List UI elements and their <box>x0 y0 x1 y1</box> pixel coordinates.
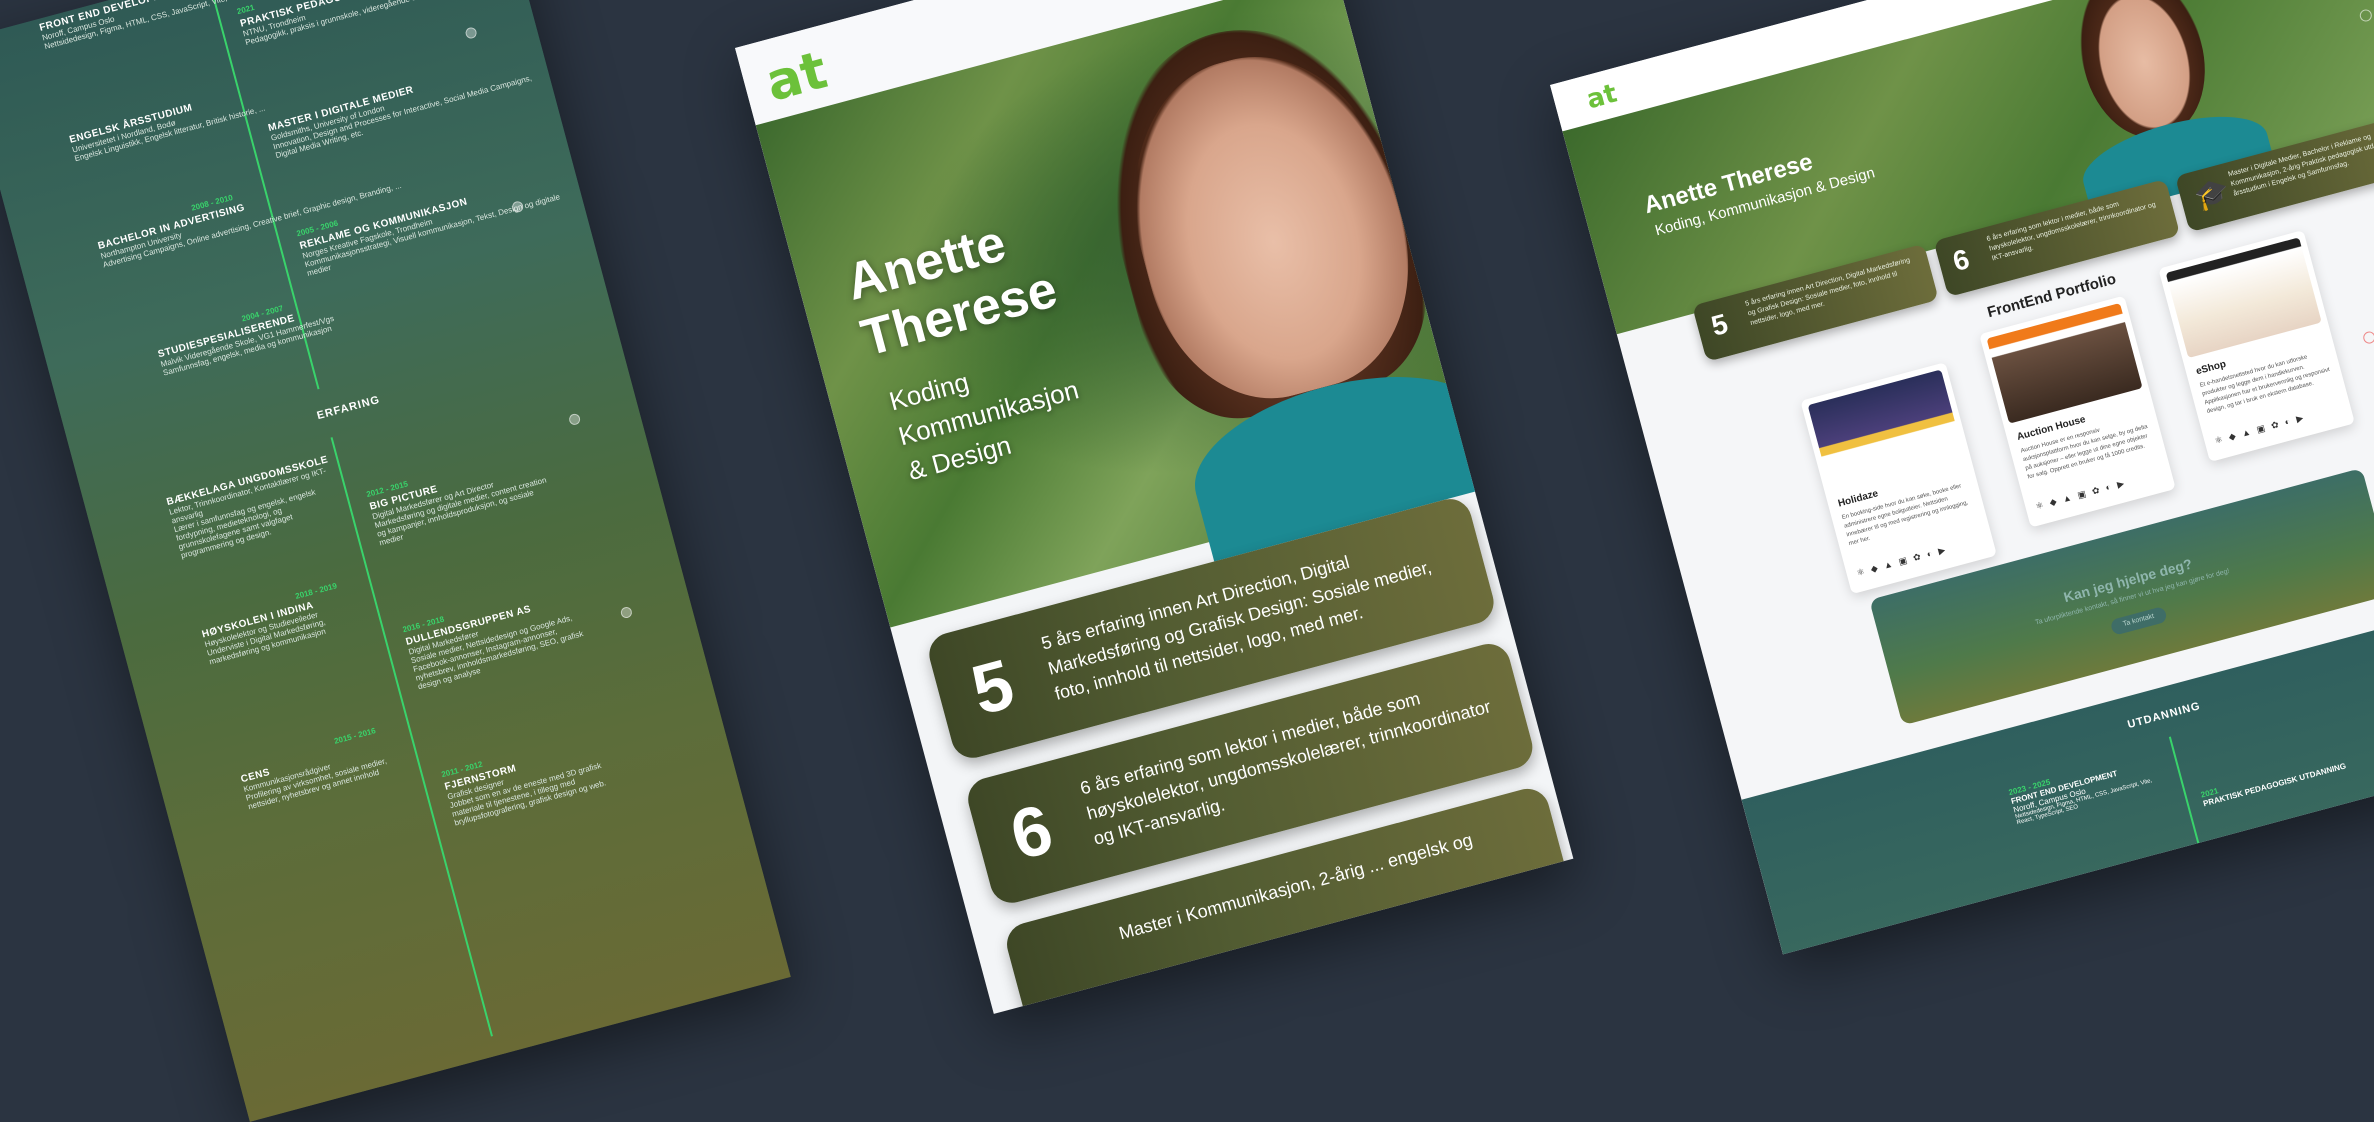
tech-stack-icon: ⚛ ◆ ▲ ▣ ✿ ◐ ▶ <box>2213 412 2307 446</box>
timeline-item: BÆKKELAGA UNGDOMSSKOLE Lektor, Trinnkoor… <box>165 453 346 560</box>
timeline-place: Universitetet i Nordland, Bodø <box>71 118 177 155</box>
carousel-next-icon[interactable] <box>2361 330 2374 345</box>
desktop-homepage-screenshot: at Anette Therese Koding, Kommunikasjon … <box>1550 0 2374 955</box>
education-timeline-line <box>2168 736 2210 882</box>
timeline-item: 2023 - 2025 FRONT END DEVELOPMENT Noroff… <box>2008 747 2173 826</box>
stat-number: 5 <box>1708 307 1732 342</box>
scroll-indicator-icon[interactable] <box>567 412 582 427</box>
project-desc: Et e-handelsnettsted hvor du kan utforsk… <box>2199 354 2331 415</box>
cv-page-timeline-screenshot: FRONT END DEVELOPMENT Noroff, Campus Osl… <box>0 0 791 1122</box>
project-screenshot[interactable] <box>1986 302 2143 424</box>
timeline-item: MASTER I DIGITALE MEDIER Goldsmiths, Uni… <box>267 50 552 161</box>
timeline-place: Goldsmiths, University of London <box>269 103 386 143</box>
stat-number: 5 <box>963 644 1022 730</box>
project-screenshot[interactable] <box>1807 369 1964 491</box>
site-logo[interactable]: at <box>1583 79 1620 116</box>
timeline-item: BIG PICTURE Digital Markedsfører og Art … <box>368 455 554 547</box>
scroll-indicator-icon[interactable] <box>619 605 634 620</box>
project-card-auction-house[interactable]: Auction House Auction House er en respon… <box>1979 295 2176 528</box>
stat-number: 6 <box>1002 789 1061 875</box>
carousel-arrow-icon[interactable] <box>2358 8 2374 23</box>
timeline-item: CENS Kommunikasjonsrådgiver Profilering … <box>240 731 414 811</box>
mobile-homepage-screenshot: at Anette Therese Koding Kommunikasjon &… <box>735 0 1574 1014</box>
tech-stack-icon: ⚛ ◆ ▲ ▣ ✿ ◐ ▶ <box>1855 544 1949 579</box>
site-logo[interactable]: at <box>760 40 833 113</box>
timeline-item: DULLENDSGRUPPEN AS Digital Markedsfører … <box>405 591 593 692</box>
timeline-item: ENGELSK ÅRSSTUDIUM Universitetet i Nordl… <box>68 84 266 163</box>
timeline-item: PRAKTISK PEDAGOGISK UTDANNING NTNU, Tron… <box>239 0 521 47</box>
stat-number: 6 <box>1949 243 1973 278</box>
project-card-eshop[interactable]: eShop Et e-handelsnettsted hvor du kan u… <box>2158 230 2355 463</box>
timeline-item: HØYSKOLEN I INDINA Høyskolelektor og Stu… <box>201 586 375 667</box>
tech-stack-icon: ⚛ ◆ ▲ ▣ ✿ ◐ ▶ <box>2034 477 2128 512</box>
scroll-indicator-icon[interactable] <box>464 26 478 40</box>
graduation-cap-icon: 🎓 <box>2191 174 2234 214</box>
timeline-item: 2021 PRAKTISK PEDAGOGISK UTDANNING <box>2200 753 2347 808</box>
project-card-holidaze[interactable]: Holidaze En booking-side hvor du kan søk… <box>1800 362 1997 595</box>
contact-button[interactable]: Ta kontakt <box>2109 605 2168 636</box>
timeline-item: FJERNSTORM Grafisk designer Jobbet som e… <box>444 736 630 828</box>
project-desc: En booking-side hvor du kan søke, booke … <box>1841 483 1969 548</box>
project-title: eShop <box>2194 358 2228 378</box>
timeline-year: 2021 <box>235 2 256 17</box>
